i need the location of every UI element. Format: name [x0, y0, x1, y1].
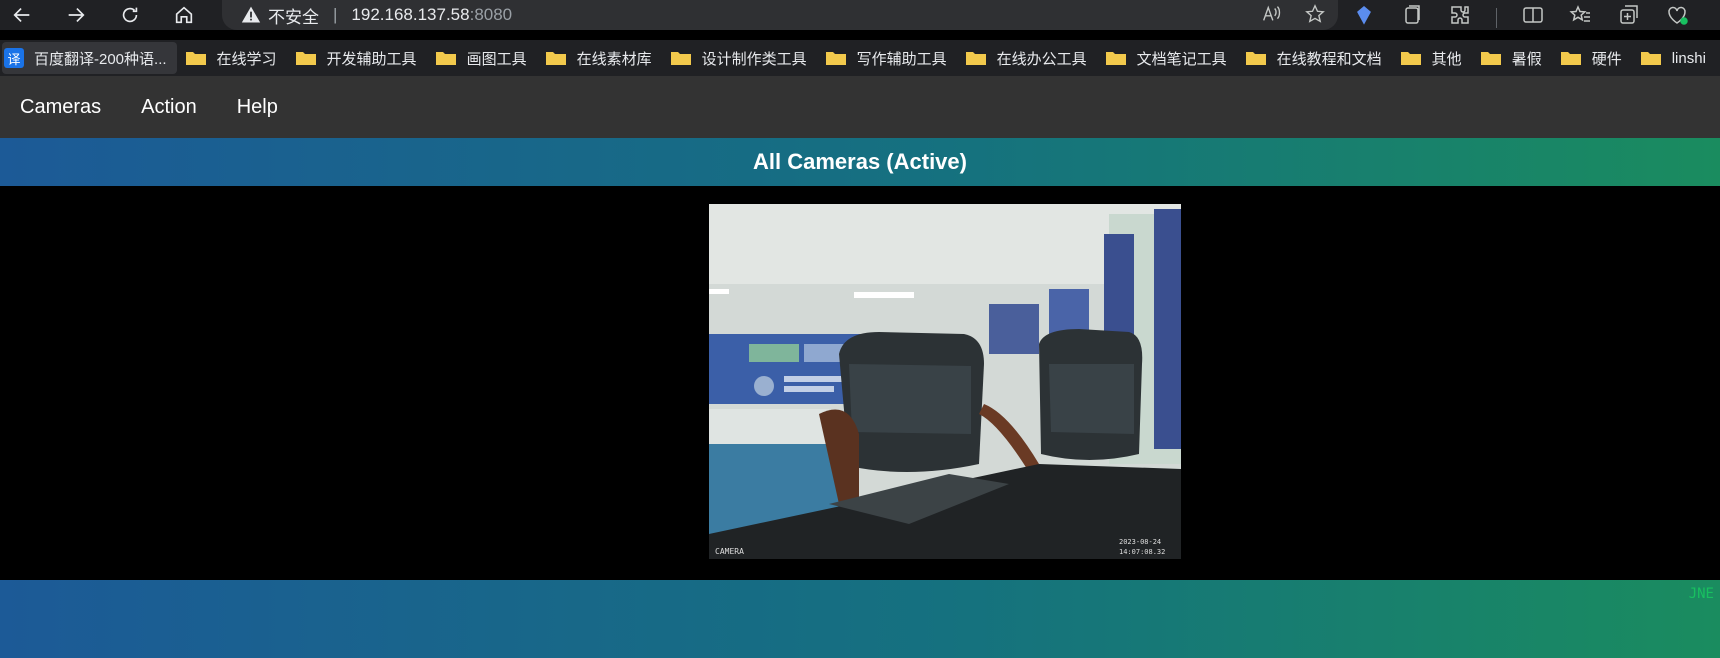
- bookmark-label: 写作辅助工具: [856, 50, 947, 68]
- browser-toolbar: 不安全 | 192.168.137.58:8080: [0, 0, 1720, 30]
- folder-icon: [965, 52, 986, 65]
- url-port[interactable]: :8080: [470, 5, 513, 25]
- toolbar-divider: [1496, 7, 1497, 28]
- folder-icon: [1480, 52, 1501, 65]
- bookmark-folder[interactable]: 在线办公工具: [957, 42, 1097, 74]
- footer-mark: JNE: [1688, 586, 1714, 602]
- bookmark-folder[interactable]: 画图工具: [427, 42, 537, 74]
- camera-caption-left: CAMERA: [715, 547, 744, 556]
- folder-icon: [825, 52, 846, 65]
- favorites-list-icon[interactable]: [1569, 3, 1593, 32]
- folder-icon: [1560, 52, 1581, 65]
- read-aloud-icon[interactable]: [1260, 3, 1282, 30]
- split-screen-icon[interactable]: [1521, 3, 1545, 32]
- bookmark-folder[interactable]: 开发辅助工具: [287, 42, 427, 74]
- bookmark-label: 在线办公工具: [996, 50, 1087, 68]
- bookmark-label: 暑假: [1511, 50, 1542, 68]
- camera-feed[interactable]: CAMERA 2023-08-24 14:07:08.32: [709, 204, 1181, 559]
- menu-cameras[interactable]: Cameras: [20, 96, 101, 119]
- folder-icon: [1640, 52, 1661, 65]
- bookmark-label: 在线素材库: [576, 50, 652, 68]
- bookmark-label: 设计制作类工具: [701, 50, 807, 68]
- folder-icon: [1400, 52, 1421, 65]
- bookmark-label: 开发辅助工具: [326, 50, 417, 68]
- copilot-icon[interactable]: [1352, 3, 1376, 32]
- app-menu-bar: Cameras Action Help: [0, 76, 1720, 138]
- bookmark-folder[interactable]: 在线学习: [177, 42, 287, 74]
- url-host[interactable]: 192.168.137.58: [351, 5, 469, 25]
- insecure-label[interactable]: 不安全: [268, 3, 319, 28]
- warning-icon[interactable]: [240, 4, 262, 26]
- home-icon[interactable]: [166, 1, 202, 29]
- bookmark-folder[interactable]: 其他: [1392, 42, 1472, 74]
- title-banner: All Cameras (Active): [0, 138, 1720, 186]
- menu-action[interactable]: Action: [141, 96, 197, 119]
- page-title: All Cameras (Active): [753, 149, 967, 174]
- bookmark-label: linshi: [1671, 49, 1706, 67]
- folder-icon: [1245, 52, 1266, 65]
- favorite-star-icon[interactable]: [1304, 3, 1326, 30]
- add-collection-icon[interactable]: [1617, 3, 1641, 32]
- folder-icon: [670, 52, 691, 65]
- address-separator: |: [333, 5, 338, 24]
- bookmark-folder[interactable]: 文档笔记工具: [1097, 42, 1237, 74]
- translate-icon: 译: [4, 48, 24, 68]
- camera-caption-time: 14:07:08.32: [1119, 548, 1165, 556]
- folder-icon: [295, 52, 316, 65]
- camera-image: CAMERA 2023-08-24 14:07:08.32: [709, 204, 1181, 559]
- bookmark-item[interactable]: 译 百度翻译-200种语...: [2, 42, 177, 74]
- bookmark-folder[interactable]: linshi: [1632, 42, 1716, 74]
- bookmarks-bar: 译 百度翻译-200种语... 在线学习 开发辅助工具 画图工具 在线素材库 设…: [0, 40, 1720, 76]
- page-footer: JNE: [0, 580, 1720, 658]
- bookmark-folder[interactable]: 在线素材库: [537, 42, 662, 74]
- folder-icon: [435, 52, 456, 65]
- bookmark-label: 其他: [1431, 50, 1462, 68]
- address-bar[interactable]: 不安全 | 192.168.137.58:8080: [222, 0, 1338, 30]
- performance-icon[interactable]: [1665, 3, 1689, 32]
- bookmark-folder[interactable]: 设计制作类工具: [662, 42, 817, 74]
- camera-view-area: CAMERA 2023-08-24 14:07:08.32: [0, 186, 1720, 580]
- folder-icon: [1105, 52, 1126, 65]
- back-icon[interactable]: [4, 1, 40, 29]
- bookmark-folder[interactable]: 在线教程和文档: [1237, 42, 1392, 74]
- folder-icon: [545, 52, 566, 65]
- camera-caption-date: 2023-08-24: [1119, 538, 1161, 546]
- bookmark-label: 画图工具: [466, 50, 527, 68]
- reload-icon[interactable]: [112, 1, 148, 29]
- folder-icon: [185, 52, 206, 65]
- bookmark-label: 在线学习: [216, 50, 277, 68]
- bookmark-label: 硬件: [1591, 50, 1622, 68]
- bookmark-folder[interactable]: 写作辅助工具: [817, 42, 957, 74]
- bookmark-folder[interactable]: 硬件: [1552, 42, 1632, 74]
- bookmark-label: 在线教程和文档: [1276, 50, 1382, 68]
- forward-icon[interactable]: [58, 1, 94, 29]
- collections-icon[interactable]: [1400, 3, 1424, 32]
- bookmark-label: 文档笔记工具: [1136, 50, 1227, 68]
- menu-help[interactable]: Help: [237, 96, 278, 119]
- bookmark-folder[interactable]: 暑假: [1472, 42, 1552, 74]
- extensions-icon[interactable]: [1448, 3, 1472, 32]
- bookmark-label: 百度翻译-200种语...: [34, 50, 167, 68]
